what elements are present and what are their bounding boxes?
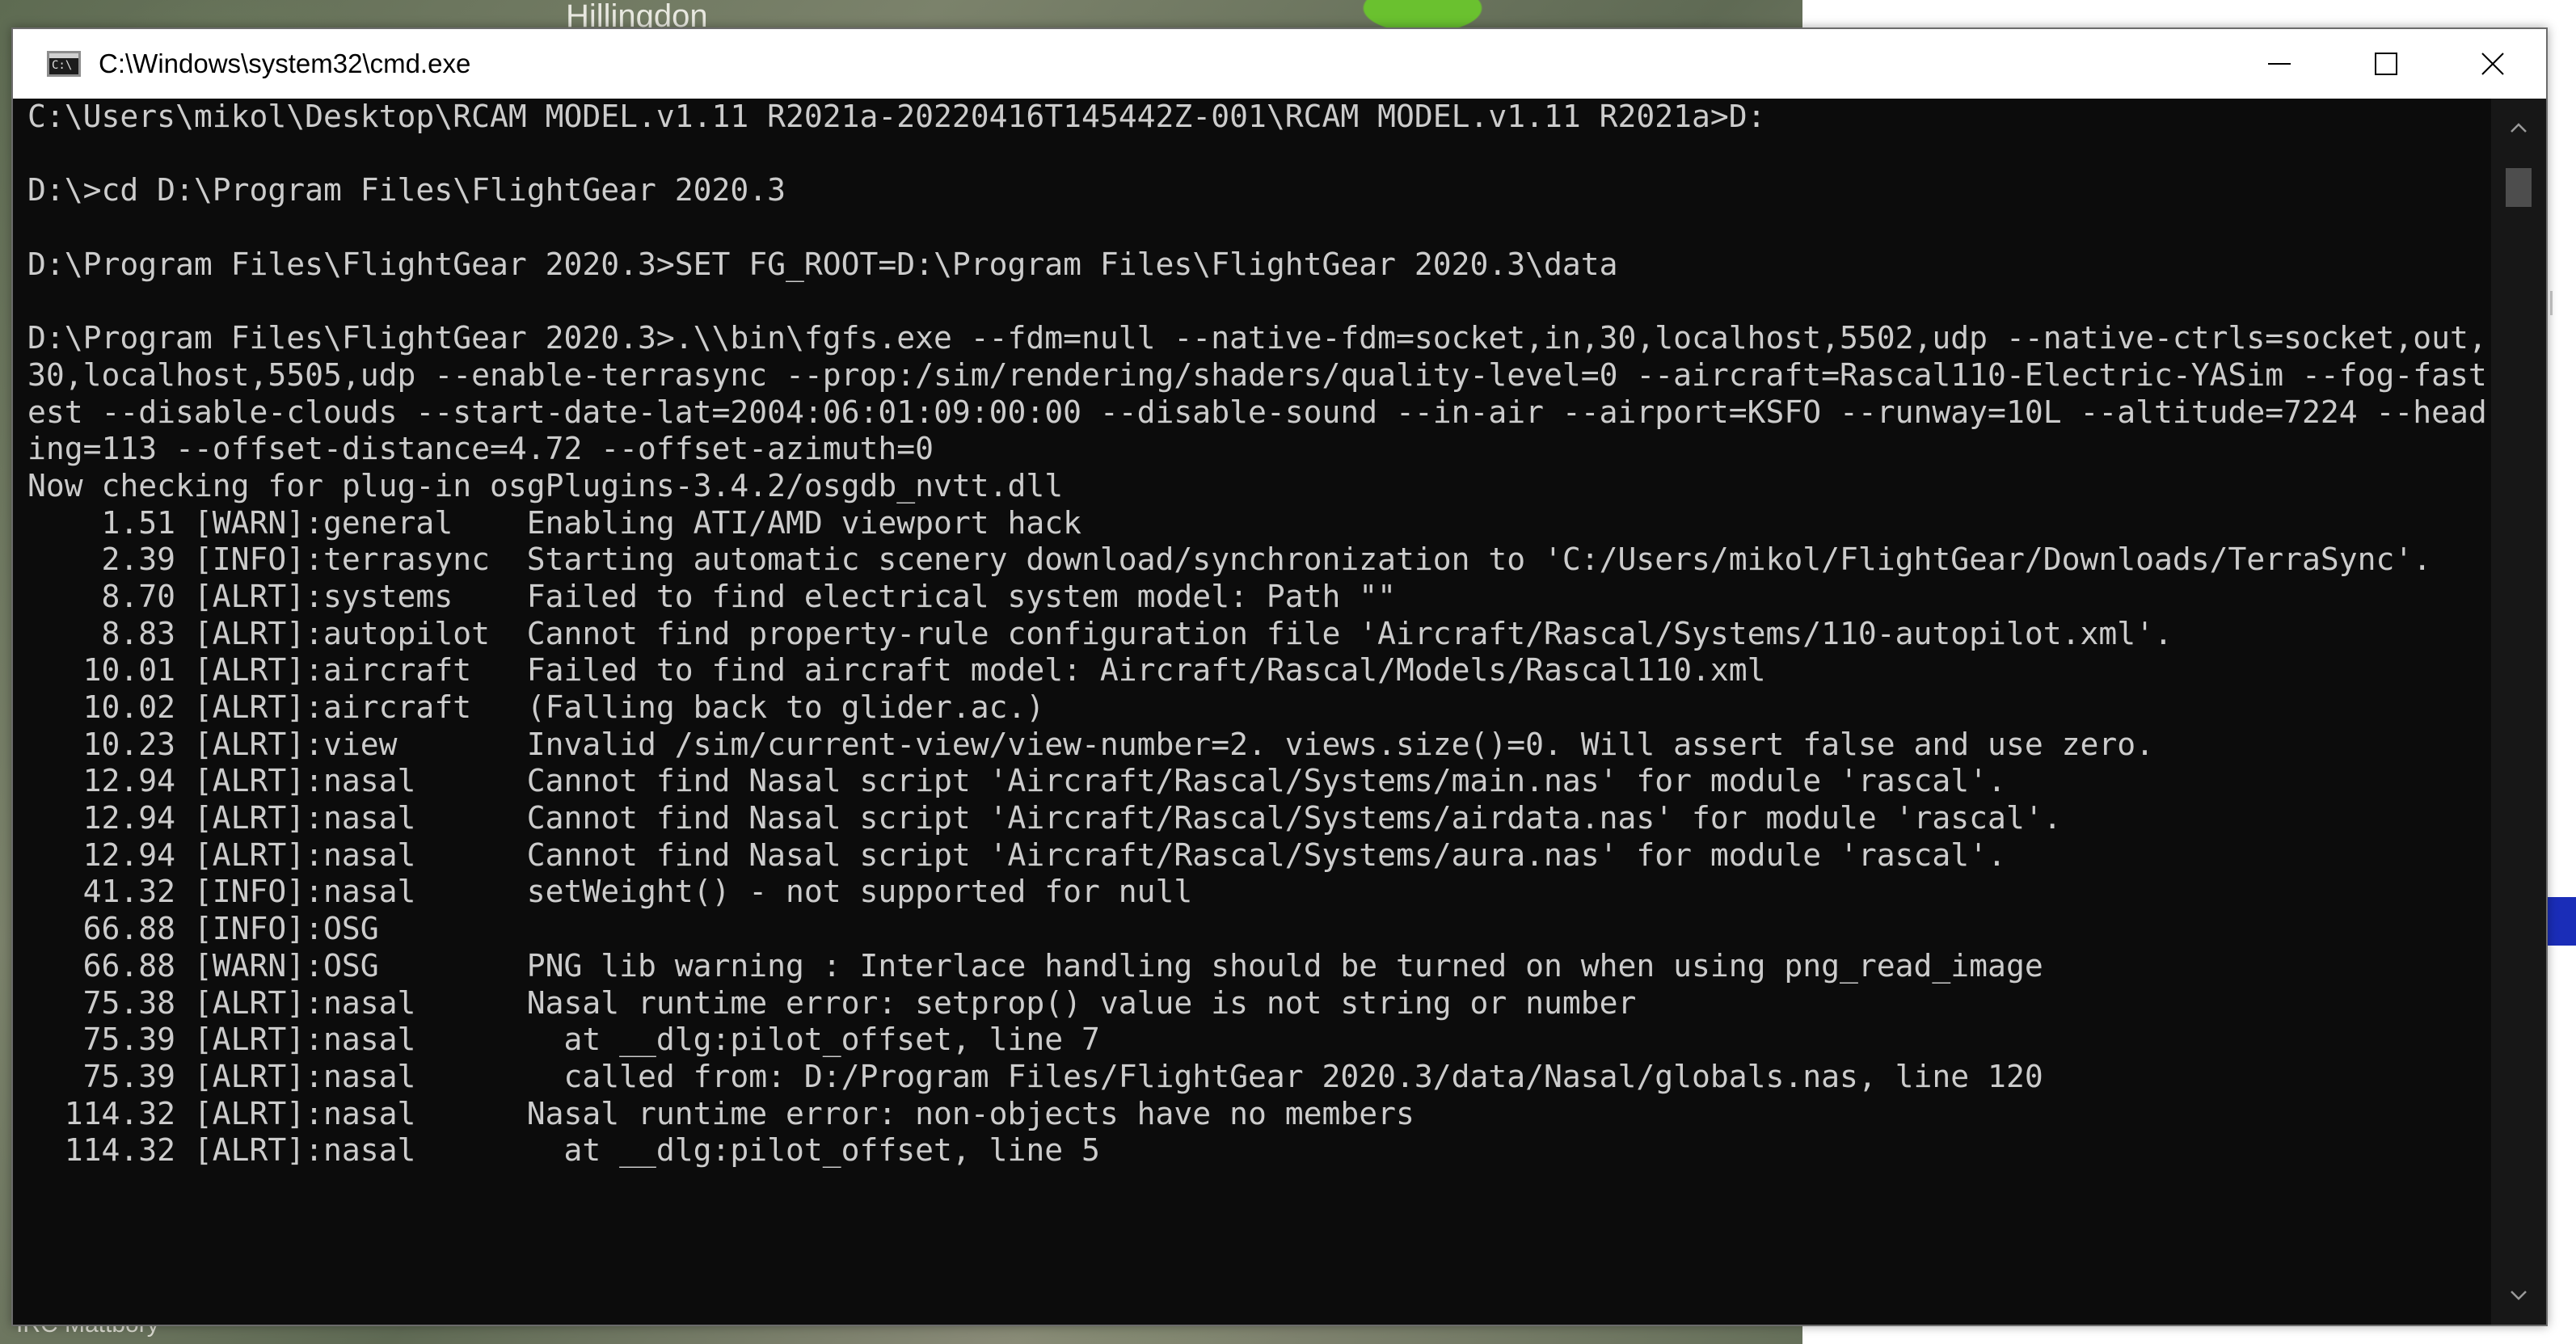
scroll-thumb[interactable] (2506, 168, 2532, 207)
window-title: C:\Windows\system32\cmd.exe (99, 48, 471, 78)
console-line: 12.94 [ALRT]:nasal Cannot find Nasal scr… (27, 800, 2062, 836)
console-line: 10.23 [ALRT]:view Invalid /sim/current-v… (27, 726, 2154, 762)
console-line: est --disable-clouds --start-date-lat=20… (27, 394, 2487, 430)
console-line: 66.88 [INFO]:OSG (27, 911, 379, 947)
console-line: 10.02 [ALRT]:aircraft (Falling back to g… (27, 689, 1045, 725)
console-line: D:\>cd D:\Program Files\FlightGear 2020.… (27, 172, 786, 209)
scroll-up-button[interactable] (2491, 110, 2546, 145)
console-line: 30,localhost,5505,udp --enable-terrasync… (27, 356, 2487, 393)
console-line: 2.39 [INFO]:terrasync Starting automatic… (27, 541, 2432, 578)
console-line: 8.83 [ALRT]:autopilot Cannot find proper… (27, 615, 2173, 651)
console-output[interactable]: C:\Users\mikol\Desktop\RCAM MODEL.v1.11 … (13, 99, 2490, 1325)
console-line: 8.70 [ALRT]:systems Failed to find elect… (27, 578, 1396, 614)
console-line: 114.32 [ALRT]:nasal Nasal runtime error:… (27, 1095, 1414, 1131)
console-line: 75.38 [ALRT]:nasal Nasal runtime error: … (27, 984, 1637, 1021)
console-line: Now checking for plug-in osgPlugins-3.4.… (27, 467, 1064, 503)
scroll-down-arrow-icon (2511, 1291, 2527, 1300)
close-button[interactable] (2439, 29, 2546, 99)
vertical-scrollbar[interactable] (2491, 99, 2546, 1325)
console-line: 66.88 [WARN]:OSG PNG lib warning : Inter… (27, 947, 2043, 984)
console-line: 114.32 [ALRT]:nasal at __dlg:pilot_offse… (27, 1132, 1100, 1169)
scroll-down-button[interactable] (2491, 1278, 2546, 1313)
console-line: D:\Program Files\FlightGear 2020.3>SET F… (27, 246, 1618, 282)
console-line: 75.39 [ALRT]:nasal called from: D:/Progr… (27, 1058, 2043, 1094)
minimize-button[interactable] (2226, 29, 2333, 99)
console-line: 1.51 [WARN]:general Enabling ATI/AMD vie… (27, 504, 1082, 541)
maximize-button[interactable] (2333, 29, 2439, 99)
background-accent-block (2546, 897, 2576, 946)
console-line: 75.39 [ALRT]:nasal at __dlg:pilot_offset… (27, 1022, 1100, 1058)
console-line: C:\Users\mikol\Desktop\RCAM MODEL.v1.11 … (27, 99, 1766, 134)
console-line: 41.32 [INFO]:nasal setWeight() - not sup… (27, 874, 1193, 910)
console-line: 12.94 [ALRT]:nasal Cannot find Nasal scr… (27, 836, 2006, 873)
cmd-icon[interactable]: C:\ (47, 51, 81, 77)
close-icon (2481, 53, 2504, 75)
maximize-icon (2375, 53, 2397, 75)
console-line: ing=113 --offset-distance=4.72 --offset-… (27, 431, 934, 467)
console-line: 12.94 [ALRT]:nasal Cannot find Nasal scr… (27, 763, 2006, 799)
console-line: D:\Program Files\FlightGear 2020.3>.\\bi… (27, 320, 2487, 356)
title-bar[interactable]: C:\ C:\Windows\system32\cmd.exe (13, 29, 2546, 99)
minimize-icon (2268, 63, 2291, 65)
cmd-window: C:\ C:\Windows\system32\cmd.exe C:\Users… (11, 27, 2548, 1326)
background-tick (2550, 291, 2553, 315)
console-line: 10.01 [ALRT]:aircraft Failed to find air… (27, 652, 1766, 689)
scroll-up-arrow-icon (2511, 123, 2527, 133)
